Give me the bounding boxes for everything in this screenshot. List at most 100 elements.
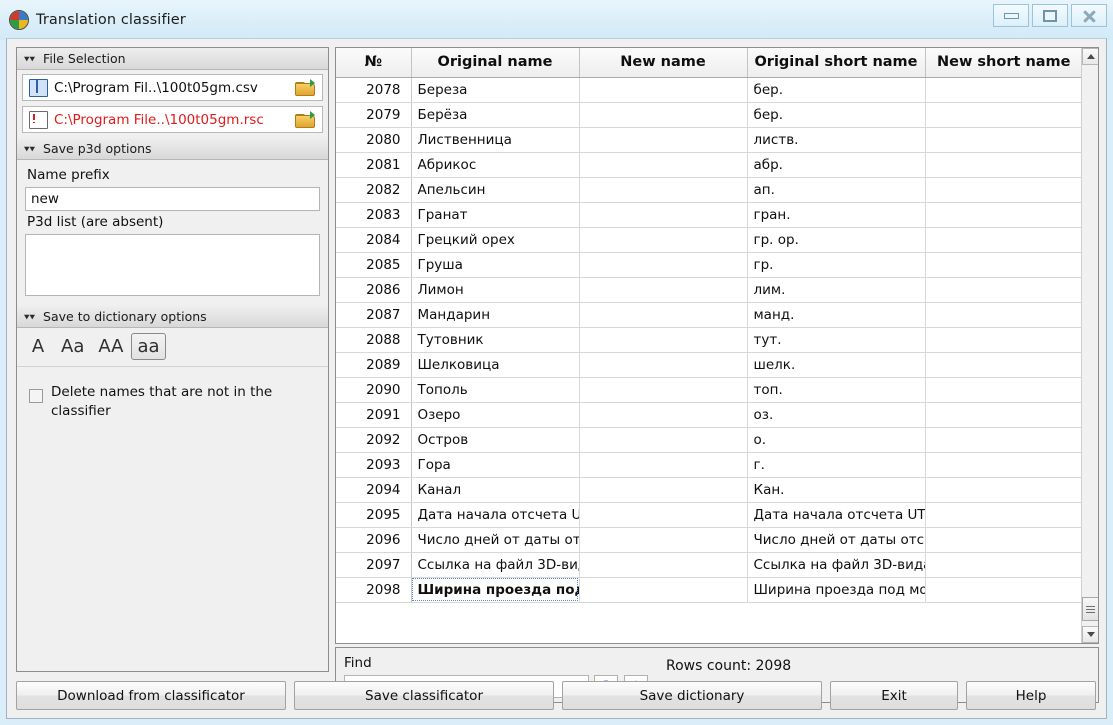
table-vertical-scrollbar[interactable] <box>1081 48 1098 643</box>
cell-original-name[interactable]: Дата начала отсчета UTC <box>411 502 580 528</box>
cell-original-name[interactable]: Тутовник <box>411 327 580 353</box>
cell-number[interactable]: 2080 <box>336 127 412 153</box>
open-folder-icon-rsc[interactable] <box>295 110 315 129</box>
cell-new-short[interactable] <box>925 427 1082 453</box>
cell-number[interactable]: 2089 <box>336 352 412 378</box>
cell-original-name[interactable]: Мандарин <box>411 302 580 328</box>
cell-new-short[interactable] <box>925 177 1082 203</box>
cell-original-name[interactable]: Апельсин <box>411 177 580 203</box>
column-header-new-short[interactable]: New short name <box>925 48 1082 78</box>
cell-new-name[interactable] <box>579 302 748 328</box>
cell-new-short[interactable] <box>925 127 1082 153</box>
cell-new-name[interactable] <box>579 327 748 353</box>
scroll-up-arrow-icon[interactable] <box>1082 48 1098 65</box>
table-row[interactable]: 2080 Лиственница листв. <box>336 127 1082 153</box>
cell-new-short[interactable] <box>925 352 1082 378</box>
cell-new-short[interactable] <box>925 452 1082 478</box>
cell-new-short[interactable] <box>925 252 1082 278</box>
cell-new-name[interactable] <box>579 127 748 153</box>
table-row[interactable]: 2091 Озеро оз. <box>336 402 1082 428</box>
cell-new-name[interactable] <box>579 477 748 503</box>
cell-new-short[interactable] <box>925 152 1082 178</box>
cell-new-name[interactable] <box>579 202 748 228</box>
cell-original-short[interactable]: гр. ор. <box>747 227 926 253</box>
cell-number[interactable]: 2098 <box>336 577 412 603</box>
close-button[interactable] <box>1071 4 1107 27</box>
cell-new-name[interactable] <box>579 177 748 203</box>
table-row[interactable]: 2092 Остров о. <box>336 427 1082 453</box>
cell-number[interactable]: 2081 <box>336 152 412 178</box>
cell-number[interactable]: 2095 <box>336 502 412 528</box>
cell-new-short[interactable] <box>925 277 1082 303</box>
help-button[interactable]: Help <box>966 681 1096 710</box>
table-row[interactable]: 2086 Лимон лим. <box>336 277 1082 303</box>
cell-original-name[interactable]: Абрикос <box>411 152 580 178</box>
cell-new-name[interactable] <box>579 102 748 128</box>
cell-new-name[interactable] <box>579 577 748 603</box>
cell-original-short[interactable]: лим. <box>747 277 926 303</box>
cell-original-short[interactable]: тут. <box>747 327 926 353</box>
cell-new-name[interactable] <box>579 427 748 453</box>
cell-new-short[interactable] <box>925 477 1082 503</box>
table-row[interactable]: 2093 Гора г. <box>336 452 1082 478</box>
cell-new-short[interactable] <box>925 502 1082 528</box>
cell-original-short[interactable]: ап. <box>747 177 926 203</box>
table-row[interactable]: 2097 Ссылка на файл 3D-вида Ссылка на файл… <box>336 552 1082 578</box>
cell-new-name[interactable] <box>579 152 748 178</box>
table-row[interactable]: 2083 Гранат гран. <box>336 202 1082 228</box>
cell-number[interactable]: 2085 <box>336 252 412 278</box>
open-folder-icon-csv[interactable] <box>295 78 315 97</box>
cell-original-name[interactable]: Берёза <box>411 102 580 128</box>
cell-original-name[interactable]: Гранат <box>411 202 580 228</box>
cell-original-name[interactable]: Грецкий орех <box>411 227 580 253</box>
table-row[interactable]: 2087 Мандарин манд. <box>336 302 1082 328</box>
cell-original-short[interactable]: Число дней от даты отсчета <box>747 527 926 553</box>
file-row-rsc[interactable]: C:\Program File..\100t05gm.rsc <box>22 106 323 133</box>
section-header-save-p3d[interactable]: ▾▾ Save p3d options <box>17 138 328 160</box>
cell-new-short[interactable] <box>925 227 1082 253</box>
cell-original-short[interactable]: Дата начала отсчета UTC <box>747 502 926 528</box>
table-row[interactable]: 2089 Шелковица шелк. <box>336 352 1082 378</box>
cell-number[interactable]: 2088 <box>336 327 412 353</box>
cell-new-name[interactable] <box>579 352 748 378</box>
table-row[interactable]: 2095Дата начала отсчета UTCДата начала о… <box>336 502 1082 528</box>
download-from-classificator-button[interactable]: Download from classificator <box>16 681 286 710</box>
cell-original-short[interactable]: абр. <box>747 152 926 178</box>
cell-new-short[interactable] <box>925 102 1082 128</box>
cell-original-short[interactable]: Кан. <box>747 477 926 503</box>
table-row[interactable]: 2096Число дней от даты отсчетаЧисло дней… <box>336 527 1082 553</box>
section-header-save-dictionary[interactable]: ▾▾ Save to dictionary options <box>17 306 328 328</box>
cell-original-short[interactable]: о. <box>747 427 926 453</box>
cell-number[interactable]: 2097 <box>336 552 412 578</box>
cell-original-name[interactable]: Береза <box>411 77 580 103</box>
scroll-down-arrow-icon[interactable] <box>1082 626 1098 643</box>
cell-new-name[interactable] <box>579 252 748 278</box>
cell-new-name[interactable] <box>579 527 748 553</box>
cell-original-short[interactable]: топ. <box>747 377 926 403</box>
cell-number[interactable]: 2079 <box>336 102 412 128</box>
cell-original-short[interactable]: листв. <box>747 127 926 153</box>
cell-number[interactable]: 2086 <box>336 277 412 303</box>
cell-original-name[interactable]: Озеро <box>411 402 580 428</box>
cell-new-name[interactable] <box>579 227 748 253</box>
cell-number[interactable]: 2084 <box>336 227 412 253</box>
cell-original-name[interactable]: Гора <box>411 452 580 478</box>
cell-number[interactable]: 2078 <box>336 77 412 103</box>
cell-original-name[interactable]: Канал <box>411 477 580 503</box>
cell-new-name[interactable] <box>579 377 748 403</box>
cell-new-short[interactable] <box>925 577 1082 603</box>
cell-new-short[interactable] <box>925 402 1082 428</box>
scrollbar-thumb[interactable] <box>1082 597 1098 621</box>
cell-number[interactable]: 2087 <box>336 302 412 328</box>
cell-original-name[interactable]: Груша <box>411 252 580 278</box>
cell-original-short[interactable]: оз. <box>747 402 926 428</box>
cell-original-name[interactable]: Тополь <box>411 377 580 403</box>
table-row[interactable]: 2081 Абрикос абр. <box>336 152 1082 178</box>
cell-new-short[interactable] <box>925 527 1082 553</box>
cell-original-short[interactable]: гр. <box>747 252 926 278</box>
restore-button[interactable] <box>1032 4 1068 27</box>
table-row[interactable]: 2084 Грецкий орех гр. ор. <box>336 227 1082 253</box>
cell-new-short[interactable] <box>925 202 1082 228</box>
cell-new-name[interactable] <box>579 402 748 428</box>
delete-names-checkbox-row[interactable]: Delete names that are not in the classif… <box>17 367 328 421</box>
